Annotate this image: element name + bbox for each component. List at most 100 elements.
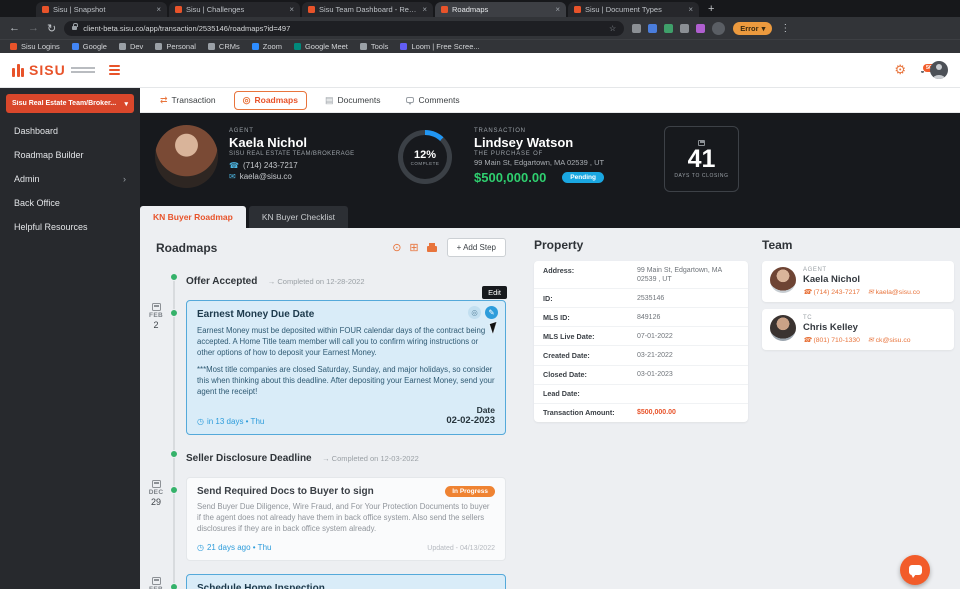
browser-tab[interactable]: Sisu | Document Types ×	[568, 2, 699, 17]
edit-button[interactable]: ✎	[485, 306, 498, 319]
tab-close-icon[interactable]: ×	[555, 5, 560, 14]
bookmark-label: Loom | Free Scree...	[411, 42, 480, 51]
bookmark-item[interactable]: Dev	[118, 42, 143, 51]
hamburger-menu-icon[interactable]	[108, 65, 120, 75]
step-title: Schedule Home Inspection	[197, 583, 325, 589]
purchase-label: THE PURCHASE OF	[474, 151, 544, 157]
tab-comments[interactable]: Comments	[398, 92, 467, 108]
bookmark-item[interactable]: Google	[71, 42, 107, 51]
mouse-cursor	[489, 320, 505, 334]
sidebar-item-dashboard[interactable]: Dashboard	[0, 119, 140, 143]
member-phone[interactable]: ☎ (801) 710-1330	[803, 336, 860, 345]
step-title: Earnest Money Due Date	[197, 309, 315, 320]
step-date-chip: FEB 2	[146, 303, 166, 330]
sidebar-item-helpful-resources[interactable]: Helpful Resources	[0, 215, 140, 239]
property-label: MLS Live Date:	[543, 331, 595, 341]
agent-phone-number: (714) 243-7217	[242, 161, 298, 170]
tab-close-icon[interactable]: ×	[156, 5, 161, 14]
step-card[interactable]: Edit ◎ ✎ Earnest Money Due Date Earnest …	[186, 286, 507, 436]
browser-menu-icon[interactable]: ⋮	[780, 23, 790, 34]
reload-icon[interactable]: ↻	[47, 22, 56, 35]
roadmaps-title: Roadmaps	[156, 240, 218, 255]
roadmaps-column: Roadmaps ⊙ ⊞ + Add Step Offer Accepted →…	[146, 238, 507, 589]
calendar-icon[interactable]: ⊞	[409, 241, 418, 254]
extension-icon[interactable]	[696, 23, 706, 33]
roadmap-icon: ◎	[242, 94, 251, 105]
bookmark-item[interactable]: Google Meet	[293, 42, 348, 51]
back-icon[interactable]: ←	[9, 22, 20, 34]
step-day: 2	[153, 320, 159, 330]
property-value: 2535146	[637, 294, 665, 302]
sidebar-item-label: Helpful Resources	[14, 222, 88, 232]
sidebar-item-label: Dashboard	[14, 126, 59, 136]
sidebar-item-label: Back Office	[14, 198, 60, 208]
tab-label: Comments	[418, 95, 460, 105]
bookmark-item[interactable]: Personal	[155, 42, 196, 51]
tab-close-icon[interactable]: ×	[688, 5, 693, 14]
client-name: Lindsey Watson	[474, 135, 574, 150]
new-tab-button[interactable]: +	[708, 3, 714, 17]
team-member-card: AGENT Kaela Nichol ☎ (714) 243-7217 ✉ kael…	[762, 261, 954, 302]
sisu-favicon-icon	[574, 6, 581, 13]
browser-tab[interactable]: Sisu Team Dashboard - Revenu ×	[302, 2, 433, 17]
error-badge-label: Error	[740, 23, 759, 33]
tab-close-icon[interactable]: ×	[422, 5, 427, 14]
main-area: ⇄ Transaction ◎ Roadmaps ▤ Documents Com…	[140, 88, 960, 589]
tab-roadmaps[interactable]: ◎ Roadmaps	[233, 90, 307, 110]
sidebar-item-roadmap-builder[interactable]: Roadmap Builder	[0, 143, 140, 167]
milestone-seller-disclosure: Seller Disclosure Deadline → Completed o…	[146, 448, 506, 466]
browser-tab[interactable]: Sisu | Challenges ×	[169, 2, 300, 17]
property-label: MLS ID:	[543, 312, 570, 322]
step-date-chip: FEB 7	[146, 577, 166, 589]
calendar-icon	[151, 303, 161, 311]
extension-icon[interactable]	[680, 23, 690, 33]
print-icon[interactable]	[426, 243, 437, 252]
chat-icon	[908, 565, 922, 578]
step-card[interactable]: Schedule Home Inspection You are welcome…	[186, 574, 506, 589]
sidebar-item-admin[interactable]: Admin ›	[0, 167, 140, 191]
tab-documents[interactable]: ▤ Documents	[317, 92, 389, 109]
add-step-button[interactable]: + Add Step	[446, 238, 506, 257]
browser-tab-active[interactable]: Roadmaps ×	[435, 2, 566, 17]
browser-profile-avatar[interactable]	[712, 21, 726, 35]
agent-phone[interactable]: ☎ (714) 243-7217	[229, 161, 355, 170]
sidebar-item-back-office[interactable]: Back Office	[0, 191, 140, 215]
agent-info: AGENT Kaela Nichol SISU REAL ESTATE TEAM…	[229, 128, 355, 181]
bookmark-item[interactable]: Sisu Logins	[10, 42, 60, 51]
error-badge[interactable]: Error ▾	[733, 21, 773, 35]
browser-tab[interactable]: Sisu | Snapshot ×	[36, 2, 167, 17]
team-selector-dropdown[interactable]: Sisu Real Estate Team/Broker... ▾	[6, 94, 134, 113]
step-month: DEC	[148, 489, 164, 497]
extension-icon[interactable]	[632, 23, 642, 33]
eye-icon[interactable]: ⊙	[392, 241, 401, 254]
bookmark-item[interactable]: Loom | Free Scree...	[400, 42, 480, 51]
chat-widget-button[interactable]	[900, 555, 930, 585]
member-email[interactable]: ✉ ck@sisu.co	[868, 336, 911, 345]
subtab-kn-buyer-checklist[interactable]: KN Buyer Checklist	[248, 206, 349, 228]
gear-icon[interactable]: ⚙	[894, 62, 906, 78]
bookmark-item[interactable]: Zoom	[251, 42, 282, 51]
bookmark-icon	[293, 43, 301, 50]
step-status-button[interactable]: ◎	[468, 306, 481, 319]
agent-email[interactable]: ✉ kaela@sisu.co	[229, 172, 355, 181]
sisu-logo[interactable]: SISU	[12, 62, 95, 78]
tab-close-icon[interactable]: ×	[289, 5, 294, 14]
bookmark-item[interactable]: CRMs	[207, 42, 240, 51]
days-to-closing-value: 41	[687, 144, 716, 173]
bookmark-star-icon[interactable]: ☆	[609, 24, 616, 33]
subtab-kn-buyer-roadmap[interactable]: KN Buyer Roadmap	[140, 206, 246, 228]
forward-icon[interactable]: →	[28, 22, 39, 34]
member-email[interactable]: ✉ kaela@sisu.co	[868, 288, 920, 297]
step-card[interactable]: Send Required Docs to Buyer to sign In P…	[186, 477, 506, 562]
bookmark-item[interactable]: Tools	[359, 42, 388, 51]
step-schedule-inspection: FEB 7 Schedule Home Inspection You are w…	[146, 574, 506, 589]
step-description: Earnest Money must be deposited within F…	[197, 326, 486, 357]
tab-transaction[interactable]: ⇄ Transaction	[152, 92, 224, 109]
extension-icon[interactable]	[648, 23, 658, 33]
member-phone[interactable]: ☎ (714) 243-7217	[803, 288, 860, 297]
url-field[interactable]: client-beta.sisu.co/app/transaction/2535…	[64, 20, 625, 36]
header-actions: ⚙ 506	[894, 61, 948, 79]
extension-icon[interactable]	[664, 23, 674, 33]
clock-icon: ◷	[197, 543, 204, 553]
user-avatar[interactable]	[930, 61, 948, 79]
